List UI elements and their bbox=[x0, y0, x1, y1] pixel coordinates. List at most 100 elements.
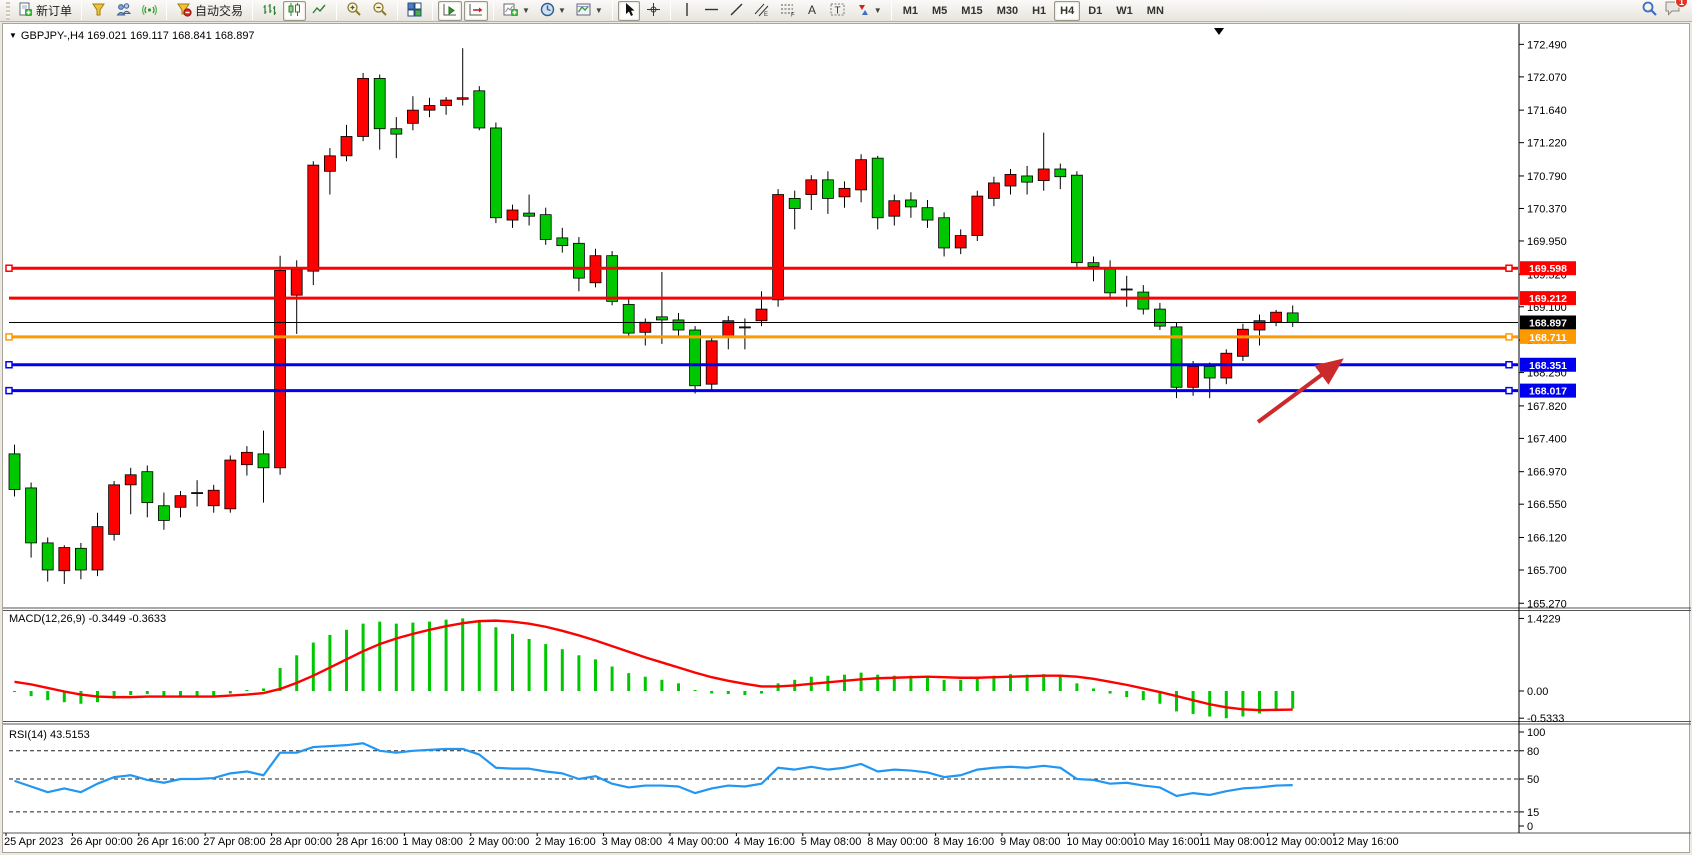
accounts-icon bbox=[116, 2, 132, 20]
price-tick-label: 170.370 bbox=[1527, 203, 1567, 215]
toolbar-separator bbox=[670, 2, 671, 20]
time-axis-label: 9 May 08:00 bbox=[1000, 836, 1061, 848]
timeframe-m30-button[interactable]: M30 bbox=[991, 1, 1024, 21]
zoom-out-button[interactable] bbox=[368, 1, 392, 21]
funnel-icon bbox=[91, 2, 106, 20]
price-tick-label: 165.700 bbox=[1527, 565, 1567, 577]
text-icon: A bbox=[806, 2, 819, 20]
toolbar-grip[interactable] bbox=[6, 2, 10, 20]
line-handle[interactable] bbox=[1506, 265, 1512, 271]
price-tick-label: 167.400 bbox=[1527, 433, 1567, 445]
time-axis-label: 25 Apr 2023 bbox=[4, 836, 63, 848]
line-handle[interactable] bbox=[6, 362, 12, 368]
auto-scroll-button[interactable] bbox=[438, 1, 462, 21]
cursor-icon bbox=[622, 2, 636, 20]
vertical-line-icon bbox=[681, 2, 693, 20]
svg-text:A: A bbox=[808, 3, 816, 17]
fibonacci-button[interactable]: F bbox=[776, 1, 800, 21]
time-axis-label: 10 May 00:00 bbox=[1066, 836, 1133, 848]
text-label-button[interactable]: T bbox=[826, 1, 850, 21]
price-tick-label: 166.120 bbox=[1527, 532, 1567, 544]
time-axis-label: 2 May 00:00 bbox=[469, 836, 530, 848]
notifications-button[interactable]: 1 bbox=[1664, 0, 1682, 21]
chart-title: ▼GBPJPY-,H4 169.021 169.117 168.841 168.… bbox=[9, 30, 255, 42]
funnel-button[interactable] bbox=[87, 1, 110, 21]
macd-values: -0.3449 -0.3633 bbox=[88, 613, 166, 625]
time-axis-label: 3 May 08:00 bbox=[602, 836, 663, 848]
timeframe-w1-button[interactable]: W1 bbox=[1110, 1, 1139, 21]
auto-trading-icon bbox=[176, 2, 192, 20]
timeframe-m5-button[interactable]: M5 bbox=[926, 1, 953, 21]
timeframe-m15-button[interactable]: M15 bbox=[955, 1, 988, 21]
price-tick-label: 172.070 bbox=[1527, 72, 1567, 84]
templates-icon bbox=[576, 2, 592, 20]
time-axis-label: 28 Apr 00:00 bbox=[270, 836, 332, 848]
line-handle[interactable] bbox=[6, 334, 12, 340]
channel-button[interactable]: E bbox=[750, 1, 774, 21]
rsi-value: 43.5153 bbox=[50, 729, 90, 741]
new-order-label: 新订单 bbox=[36, 2, 72, 19]
rsi-axis-label: 0 bbox=[1527, 821, 1533, 833]
timeframe-h1-button[interactable]: H1 bbox=[1026, 1, 1052, 21]
rsi-axis-label: 100 bbox=[1527, 727, 1545, 739]
horizontal-line-button[interactable] bbox=[700, 1, 723, 21]
search-icon[interactable] bbox=[1641, 0, 1658, 22]
text-button[interactable]: A bbox=[802, 1, 824, 21]
time-axis-label: 12 May 00:00 bbox=[1266, 836, 1333, 848]
timeframe-d1-button[interactable]: D1 bbox=[1082, 1, 1108, 21]
time-axis-label: 8 May 16:00 bbox=[934, 836, 995, 848]
time-axis-label: 10 May 16:00 bbox=[1133, 836, 1200, 848]
new-order-button[interactable]: 新订单 bbox=[14, 1, 76, 21]
indicators-icon bbox=[503, 2, 519, 20]
bar-chart-button[interactable] bbox=[258, 1, 281, 21]
vertical-line-button[interactable] bbox=[676, 1, 698, 21]
chevron-down-icon: ▼ bbox=[522, 6, 530, 15]
time-axis-label: 28 Apr 16:00 bbox=[336, 836, 398, 848]
timeframe-mn-button[interactable]: MN bbox=[1141, 1, 1170, 21]
line-handle[interactable] bbox=[1506, 334, 1512, 340]
macd-axis-label: 1.4229 bbox=[1527, 613, 1561, 625]
price-marker-label: 169.212 bbox=[1529, 293, 1567, 305]
time-axis-label: 2 May 16:00 bbox=[535, 836, 596, 848]
rsi-axis-label: 80 bbox=[1527, 746, 1539, 758]
arrows-button[interactable]: ▼ bbox=[852, 1, 886, 21]
toolbar-separator bbox=[891, 2, 892, 20]
zoom-in-icon bbox=[346, 1, 362, 20]
accounts-button[interactable] bbox=[112, 1, 136, 21]
timeframe-h4-button[interactable]: H4 bbox=[1054, 1, 1080, 21]
periods-button[interactable]: ▼ bbox=[536, 1, 570, 21]
toolbar-separator bbox=[166, 2, 167, 20]
macd-signal-line bbox=[15, 621, 1293, 711]
price-marker-label: 168.897 bbox=[1529, 317, 1567, 329]
time-axis-label: 26 Apr 00:00 bbox=[70, 836, 132, 848]
tile-windows-button[interactable] bbox=[403, 1, 427, 21]
chart-window[interactable]: 172.490172.070171.640171.220170.790170.3… bbox=[2, 23, 1690, 853]
crosshair-button[interactable] bbox=[642, 1, 665, 21]
line-handle[interactable] bbox=[6, 265, 12, 271]
indicators-button[interactable]: ▼ bbox=[499, 1, 534, 21]
auto-trading-button[interactable]: 自动交易 bbox=[172, 1, 247, 21]
templates-button[interactable]: ▼ bbox=[572, 1, 607, 21]
time-axis-label: 4 May 16:00 bbox=[734, 836, 795, 848]
chart-shift-marker[interactable] bbox=[1214, 28, 1224, 35]
price-tick-label: 165.270 bbox=[1527, 598, 1567, 610]
line-handle[interactable] bbox=[1506, 388, 1512, 394]
chart-shift-button[interactable] bbox=[464, 1, 488, 21]
timeframe-m1-button[interactable]: M1 bbox=[897, 1, 924, 21]
signal-button[interactable] bbox=[138, 1, 161, 21]
horizontal-line-icon bbox=[704, 2, 719, 20]
price-chart[interactable]: 172.490172.070171.640171.220170.790170.3… bbox=[3, 24, 1691, 854]
zoom-in-button[interactable] bbox=[342, 1, 366, 21]
toolbar-separator bbox=[252, 2, 253, 20]
line-handle[interactable] bbox=[1506, 362, 1512, 368]
cursor-button[interactable] bbox=[618, 1, 640, 21]
svg-text:E: E bbox=[764, 12, 768, 17]
trendline-button[interactable] bbox=[725, 1, 748, 21]
line-handle[interactable] bbox=[6, 388, 12, 394]
line-chart-button[interactable] bbox=[308, 1, 331, 21]
candlestick-button[interactable] bbox=[283, 1, 306, 21]
fibonacci-icon: F bbox=[780, 2, 796, 20]
toolbar-separator bbox=[397, 2, 398, 20]
channel-icon: E bbox=[754, 2, 770, 20]
chevron-down-icon: ▼ bbox=[595, 6, 603, 15]
